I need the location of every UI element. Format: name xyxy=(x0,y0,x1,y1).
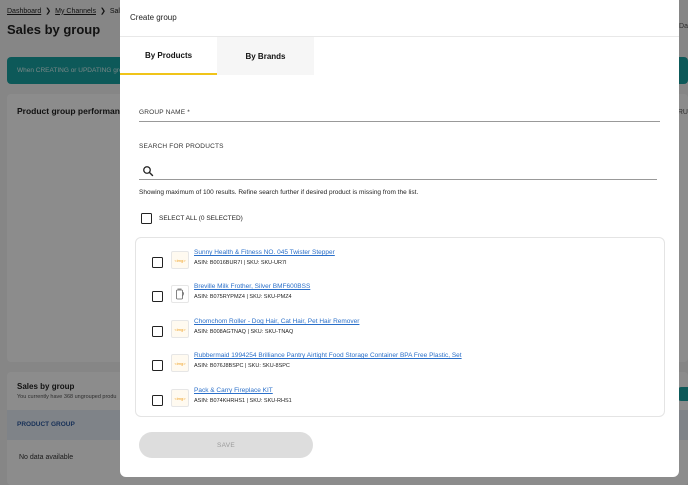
search-input[interactable] xyxy=(160,164,655,178)
select-all[interactable]: SELECT ALL (0 SELECTED) xyxy=(141,213,243,224)
product-name-link[interactable]: Chomchom Roller - Dog Hair, Cat Hair, Pe… xyxy=(194,318,359,325)
product-checkbox[interactable] xyxy=(152,360,163,371)
search-underline xyxy=(139,179,657,180)
group-name-underline xyxy=(139,121,660,122)
product-list-item: Breville Milk Frother, Silver BMF600BSS … xyxy=(152,283,652,311)
product-list: <img> Sunny Health & Fitness NO. 045 Twi… xyxy=(135,237,665,417)
milk-frother-icon xyxy=(176,288,184,300)
product-name-link[interactable]: Rubbermaid 1994254 Brilliance Pantry Air… xyxy=(194,352,462,359)
product-list-item: <img> Chomchom Roller - Dog Hair, Cat Ha… xyxy=(152,318,652,346)
product-thumbnail: <img> xyxy=(171,320,189,338)
product-thumbnail: <img> xyxy=(171,251,189,269)
product-meta: ASIN: B076J8BSPC | SKU: SKU-8SPC xyxy=(194,363,290,369)
select-all-checkbox[interactable] xyxy=(141,213,152,224)
group-name-input[interactable] xyxy=(230,106,660,120)
product-name-link[interactable]: Pack & Carry Fireplace KIT xyxy=(194,387,273,394)
modal-title: Create group xyxy=(130,13,177,22)
product-name-link[interactable]: Breville Milk Frother, Silver BMF600BSS xyxy=(194,283,310,290)
product-meta: ASIN: B075RYPMZ4 | SKU: SKU-PMZ4 xyxy=(194,294,292,300)
product-meta: ASIN: B074KHRHS1 | SKU: SKU-RHS1 xyxy=(194,398,292,404)
product-list-item: <img> Sunny Health & Fitness NO. 045 Twi… xyxy=(152,249,652,277)
product-checkbox[interactable] xyxy=(152,291,163,302)
tab-bar: By Products By Brands xyxy=(120,37,314,75)
product-list-item: <img> Pack & Carry Fireplace KIT ASIN: B… xyxy=(152,387,652,415)
create-group-modal: Create group By Products By Brands GROUP… xyxy=(120,0,679,477)
product-meta: ASIN: B008AGTNAQ | SKU: SKU-TNAQ xyxy=(194,329,294,335)
product-checkbox[interactable] xyxy=(152,395,163,406)
product-checkbox[interactable] xyxy=(152,257,163,268)
search-icon xyxy=(143,166,154,177)
product-thumbnail xyxy=(171,285,189,303)
select-all-label: SELECT ALL (0 SELECTED) xyxy=(159,215,243,222)
product-list-item: <img> Rubbermaid 1994254 Brilliance Pant… xyxy=(152,352,652,380)
product-name-link[interactable]: Sunny Health & Fitness NO. 045 Twister S… xyxy=(194,249,335,256)
results-info-text: Showing maximum of 100 results. Refine s… xyxy=(139,189,419,196)
save-button[interactable]: SAVE xyxy=(139,432,313,458)
product-checkbox[interactable] xyxy=(152,326,163,337)
tab-by-products[interactable]: By Products xyxy=(120,37,217,75)
product-thumbnail: <img> xyxy=(171,389,189,407)
search-label: SEARCH FOR PRODUCTS xyxy=(139,143,224,150)
product-meta: ASIN: B0016BUR7I | SKU: SKU-UR7I xyxy=(194,260,287,266)
group-name-label: GROUP NAME * xyxy=(139,109,191,116)
tab-by-brands[interactable]: By Brands xyxy=(217,37,314,75)
product-thumbnail: <img> xyxy=(171,354,189,372)
